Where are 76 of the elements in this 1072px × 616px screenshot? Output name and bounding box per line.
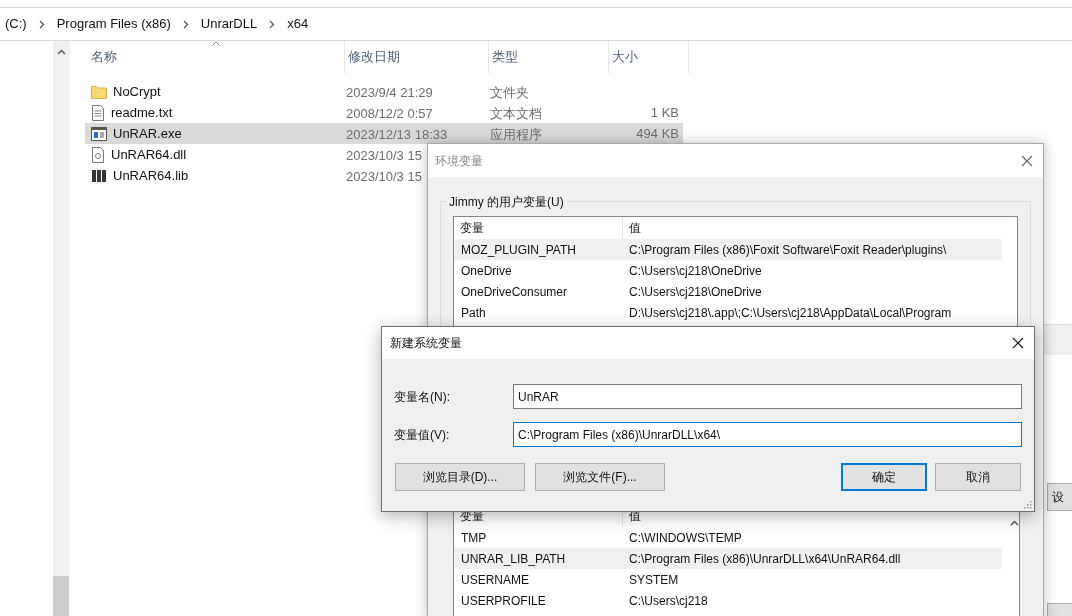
dialog-button[interactable]: 取消 [935, 463, 1021, 491]
column-header[interactable]: 名称 [88, 41, 345, 73]
variable-value: C:\Users\cj218\OneDrive [628, 283, 762, 301]
dialog-button[interactable]: 确定 [841, 463, 927, 491]
file-date: 2023/9/4 21:29 [346, 84, 433, 100]
variable-name: Path [460, 304, 487, 322]
variable-value: C:\Program Files (x86)\UnrarDLL\x64\UnRAR64.dll [628, 550, 901, 568]
variable-name: USERPROFILE [460, 592, 547, 610]
breadcrumb-item[interactable]: Program Files (x86) [56, 14, 171, 34]
group-label: Jimmy 的用户变量(U) [447, 193, 566, 211]
resize-grip-icon[interactable] [1024, 501, 1032, 509]
file-type: 文本文档 [490, 105, 542, 121]
field-label: 变量名(N): [394, 388, 451, 406]
variable-row[interactable]: OneDriveConsumer C:\Users\cj218\OneDrive [454, 281, 1002, 302]
scrollbar-thumb[interactable] [53, 576, 69, 616]
chevron-icon [269, 19, 276, 29]
breadcrumb-item[interactable]: x64 [287, 14, 309, 34]
dialog-button[interactable]: 浏览目录(D)... [395, 463, 525, 491]
variable-value: C:\Users\cj218\OneDrive [628, 262, 762, 280]
variable-row[interactable]: USERPROFILE C:\Users\cj218 [454, 590, 1002, 611]
column-header[interactable]: 值 [623, 217, 1002, 239]
variable-row[interactable]: TMP C:\WINDOWS\TEMP [454, 527, 1002, 548]
gear-document-icon [91, 146, 105, 163]
file-row[interactable]: readme.txt 2008/12/2 0:57 文本文档 1 KB [85, 102, 683, 123]
input-field[interactable]: C:\Program Files (x86)\UnrarDLL\x64\ [513, 422, 1022, 447]
window-title: 新建系统变量 [390, 335, 462, 352]
column-header[interactable]: 大小 [609, 41, 689, 73]
variable-row[interactable]: OneDrive C:\Users\cj218\OneDrive [454, 260, 1002, 281]
file-type: 应用程序 [490, 126, 542, 142]
variable-name: OneDrive [460, 262, 513, 280]
file-date: 2023/12/13 18:33 [346, 126, 448, 142]
variable-value: C:\WINDOWS\TEMP [628, 529, 742, 547]
file-row[interactable]: UnRAR.exe 2023/12/13 18:33 应用程序 494 KB [85, 123, 683, 144]
chevron-icon [182, 19, 189, 29]
variable-name: UNRAR_LIB_PATH [460, 550, 567, 568]
breadcrumb-item[interactable]: UnrarDLL [200, 14, 258, 34]
column-header[interactable]: 类型 [489, 41, 609, 73]
file-name: NoCrypt [113, 82, 161, 101]
close-icon[interactable] [1012, 337, 1024, 349]
variable-value: D:\Users\cj218\.app\;C:\Users\cj218\AppData\Local\Program [628, 304, 952, 322]
file-type: 文件夹 [490, 84, 529, 100]
scroll-up-icon[interactable] [1010, 520, 1019, 526]
input-field[interactable]: UnRAR [513, 384, 1022, 409]
dialog-button[interactable]: 浏览文件(F)... [535, 463, 665, 491]
variable-name: TMP [460, 529, 488, 547]
file-size: 1 KB [650, 103, 679, 122]
variable-value: C:\Program Files (x86)\Foxit Software\Foxit Reader\plugins\ [628, 241, 947, 259]
column-header[interactable]: 修改日期 [345, 41, 489, 73]
application-icon [91, 126, 107, 141]
file-date: 2008/12/2 0:57 [346, 105, 433, 121]
chevron-icon [38, 19, 45, 29]
file-size: 494 KB [636, 124, 679, 143]
variable-name: USERNAME [460, 571, 530, 589]
file-name: readme.txt [111, 103, 173, 122]
file-name: UnRAR64.lib [113, 166, 189, 185]
variable-value: C:\Users\cj218 [628, 592, 708, 610]
scrollbar[interactable] [53, 41, 69, 616]
breadcrumb-item[interactable]: (C:) [5, 14, 27, 34]
variable-row[interactable]: UNRAR_LIB_PATH C:\Program Files (x86)\UnrarDLL\x64\UnRAR64.dll [454, 548, 1002, 569]
folder-icon [91, 84, 107, 99]
file-date: 2023/10/3 15 [346, 168, 422, 184]
variable-row[interactable]: MOZ_PLUGIN_PATH C:\Program Files (x86)\Foxit Software\Foxit Reader\plugins\ [454, 239, 1002, 260]
scroll-up-icon[interactable] [56, 49, 66, 55]
variable-name: OneDriveConsumer [460, 283, 569, 301]
books-icon [91, 168, 107, 183]
document-icon [91, 104, 105, 121]
file-date: 2023/10/3 15 [346, 147, 422, 163]
file-row[interactable]: NoCrypt 2023/9/4 21:29 文件夹 [85, 81, 683, 102]
variable-name: MOZ_PLUGIN_PATH [460, 241, 577, 259]
variable-row[interactable]: USERNAME SYSTEM [454, 569, 1002, 590]
variable-row[interactable]: Path D:\Users\cj218\.app\;C:\Users\cj218\AppData\Local\Program [454, 302, 1002, 323]
variable-value: SYSTEM [628, 571, 679, 589]
sort-up-icon [211, 41, 221, 46]
file-name: UnRAR64.dll [111, 145, 187, 164]
file-name: UnRAR.exe [113, 124, 182, 143]
field-label: 变量值(V): [394, 426, 451, 444]
